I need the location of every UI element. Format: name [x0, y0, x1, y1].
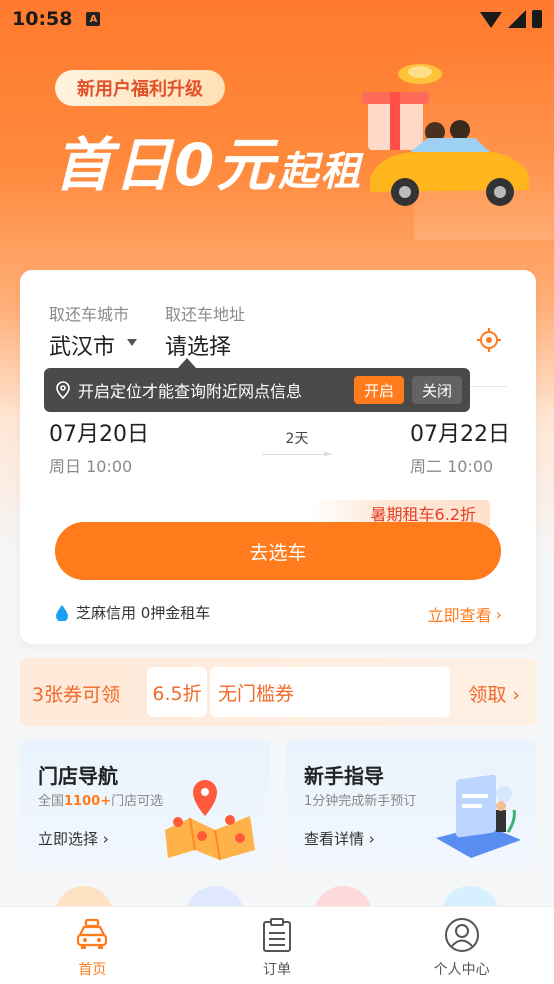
promo-badge[interactable]: 新用户福利升级	[55, 70, 225, 106]
store-navigation-card[interactable]: 门店导航 全国1100+门店可选 立即选择 ›	[20, 740, 270, 868]
tab-label: 首页	[78, 962, 107, 978]
promo-title[interactable]: 首日0元 起租	[54, 118, 362, 202]
feature-subtitle: 全国1100+门店可选	[38, 794, 164, 809]
clipboard-icon	[263, 918, 291, 952]
guide-illustration-icon	[436, 774, 521, 858]
caret-down-icon[interactable]	[127, 339, 137, 346]
user-icon	[444, 918, 479, 952]
status-icons	[480, 10, 542, 28]
address-select[interactable]: 请选择	[165, 329, 231, 361]
duration-line	[262, 454, 332, 455]
wifi-icon	[480, 12, 502, 28]
address-label: 取还车地址	[165, 305, 246, 324]
sesame-credit-icon	[56, 604, 68, 621]
pickup-date[interactable]: 07月20日	[49, 416, 149, 448]
status-time: 10:58	[12, 8, 73, 30]
feature-title: 新手指导	[304, 764, 384, 788]
return-date[interactable]: 07月22日	[410, 416, 510, 448]
battery-icon	[532, 10, 542, 28]
select-now-link[interactable]: 立即选择 ›	[38, 828, 109, 849]
bottom-tab-bar: 首页 订单 个人中心	[0, 906, 554, 984]
promo-title-main: 首日0元	[54, 131, 277, 199]
coupon-discount: 6.5折	[147, 667, 207, 717]
car-icon	[77, 918, 108, 949]
tab-orders[interactable]: 订单	[185, 907, 370, 984]
go-select-car-button[interactable]: 去选车	[55, 522, 501, 580]
shortcut-icons-row	[0, 878, 554, 908]
map-icon	[165, 780, 255, 860]
close-tooltip-button[interactable]: 关闭	[411, 376, 462, 404]
beginner-guide-card[interactable]: 新手指导 1分钟完成新手预订 查看详情 ›	[286, 740, 536, 868]
tab-home[interactable]: 首页	[0, 907, 185, 984]
chevron-right-icon: ›	[512, 684, 520, 706]
booking-card: 取还车城市 武汉市 取还车地址 请选择 07月20日 周日 10:00 2天 0…	[20, 270, 536, 644]
coupon-count: 3张券可领	[32, 684, 121, 706]
notification-icon: A	[86, 12, 101, 26]
shortcut-icon[interactable]	[186, 886, 244, 908]
credit-text: 芝麻信用 0押金租车	[76, 604, 211, 622]
check-now-label: 立即查看	[427, 606, 492, 625]
arrow-right-icon	[324, 451, 331, 457]
divider	[470, 386, 507, 387]
rental-duration: 2天	[285, 431, 309, 447]
shortcut-icon[interactable]	[441, 886, 499, 908]
feature-subtitle: 1分钟完成新手预订	[304, 794, 417, 809]
pickup-time[interactable]: 周日 10:00	[49, 453, 132, 477]
check-now-link[interactable]: 立即查看 ›	[428, 602, 502, 626]
credit-row: 芝麻信用 0押金租车	[56, 602, 210, 623]
claim-label: 领取	[468, 684, 507, 706]
locate-icon[interactable]	[477, 328, 501, 352]
feature-title: 门店导航	[38, 764, 118, 788]
signal-icon	[508, 10, 526, 28]
tooltip-arrow	[178, 358, 196, 368]
tab-profile[interactable]: 个人中心	[369, 907, 554, 984]
coupon-desc: 无门槛券	[210, 667, 450, 717]
city-select[interactable]: 武汉市	[49, 329, 115, 361]
car-illustration	[362, 64, 530, 206]
coupon-banner[interactable]: 3张券可领 6.5折 无门槛券 领取 ›	[20, 658, 536, 726]
tab-label: 订单	[263, 962, 291, 978]
tooltip-text: 开启定位才能查询附近网点信息	[78, 382, 303, 401]
chevron-right-icon: ›	[495, 604, 502, 624]
view-details-link[interactable]: 查看详情 ›	[304, 828, 375, 849]
return-time[interactable]: 周二 10:00	[410, 453, 493, 477]
enable-location-button[interactable]: 开启	[353, 376, 404, 404]
shortcut-icon[interactable]	[55, 886, 113, 908]
tab-label: 个人中心	[433, 962, 490, 978]
status-bar: 10:58 A	[0, 0, 554, 38]
city-label: 取还车城市	[49, 305, 130, 324]
shortcut-icon[interactable]	[314, 886, 372, 908]
location-tooltip: 开启定位才能查询附近网点信息 开启 关闭	[44, 368, 470, 412]
location-pin-icon	[56, 381, 70, 399]
claim-coupon-button[interactable]: 领取 ›	[468, 680, 520, 707]
